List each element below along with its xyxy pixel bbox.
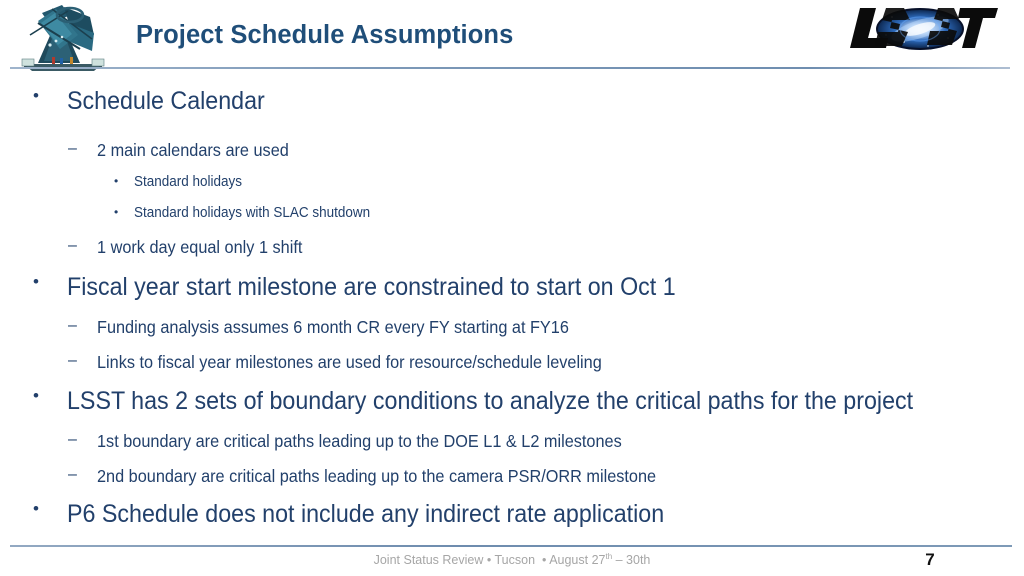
bullet-text: Standard holidays with SLAC shutdown xyxy=(134,205,371,221)
header-divider xyxy=(10,67,1010,69)
bullet-text: Schedule Calendar xyxy=(67,87,265,115)
bullet-text: Standard holidays xyxy=(134,174,242,190)
bullet-marker-icon: • xyxy=(33,272,39,291)
footer-date-prefix: August 27 xyxy=(549,553,606,568)
footer-location: Tucson xyxy=(494,553,536,568)
dash-marker-icon: – xyxy=(68,466,77,483)
footer-divider xyxy=(10,545,1012,547)
bullet-level2: – Links to fiscal year milestones are us… xyxy=(68,352,640,373)
page-title: Project Schedule Assumptions xyxy=(136,21,514,49)
bullet-text: Links to fiscal year milestones are used… xyxy=(97,352,602,372)
bullet-text: LSST has 2 sets of boundary conditions t… xyxy=(67,387,914,415)
bullet-marker-icon: • xyxy=(114,205,119,219)
bullet-level2: – Funding analysis assumes 6 month CR ev… xyxy=(68,317,604,338)
footer-date-suffix: – 30th xyxy=(612,553,651,568)
lsst-telescope-illustration-icon xyxy=(21,5,105,71)
footer-separator-2: • xyxy=(542,553,547,568)
slide-header: Project Schedule Assumptions xyxy=(0,0,1024,78)
footer-separator-1: • xyxy=(486,553,492,568)
dash-marker-icon: – xyxy=(68,431,77,448)
dash-marker-icon: – xyxy=(68,317,77,334)
dash-marker-icon: – xyxy=(68,140,77,157)
bullet-level3: • Standard holidays xyxy=(114,174,250,190)
bullet-level2: – 1 work day equal only 1 shift xyxy=(68,237,318,258)
footer-caption: Joint Status Review • Tucson • August 27… xyxy=(0,552,1024,567)
bullet-level2: – 2 main calendars are used xyxy=(68,140,303,161)
bullet-level3: • Standard holidays with SLAC shutdown xyxy=(114,205,388,221)
bullet-text: P6 Schedule does not include any indirec… xyxy=(67,500,665,528)
footer-event: Joint Status Review xyxy=(373,553,484,568)
bullet-marker-icon: • xyxy=(33,499,39,518)
dash-marker-icon: – xyxy=(68,352,77,369)
bullet-text: Funding analysis assumes 6 month CR ever… xyxy=(97,317,569,337)
bullet-level1: • Fiscal year start milestone are constr… xyxy=(33,273,721,302)
bullet-text: 2nd boundary are critical paths leading … xyxy=(97,466,657,486)
bullet-level1: • LSST has 2 sets of boundary conditions… xyxy=(33,387,977,416)
bullet-level2: – 2nd boundary are critical paths leadin… xyxy=(68,466,698,487)
bullet-text: 2 main calendars are used xyxy=(97,140,289,160)
bullet-text: Fiscal year start milestone are constrai… xyxy=(67,273,676,301)
slide-body: • Schedule Calendar – 2 main calendars a… xyxy=(0,82,1024,537)
bullet-marker-icon: • xyxy=(33,86,39,105)
bullet-level1: • P6 Schedule does not include any indir… xyxy=(33,500,709,529)
bullet-marker-icon: • xyxy=(33,386,39,405)
bullet-text: 1st boundary are critical paths leading … xyxy=(97,431,622,451)
dash-marker-icon: – xyxy=(68,237,77,254)
page-number: 7 xyxy=(925,550,935,569)
lsst-galaxy-logo-icon xyxy=(850,8,998,50)
slide: Project Schedule Assumptions • Schedule … xyxy=(0,0,1024,576)
bullet-marker-icon: • xyxy=(114,174,119,188)
bullet-level1: • Schedule Calendar xyxy=(33,87,280,116)
bullet-text: 1 work day equal only 1 shift xyxy=(97,237,303,257)
bullet-level2: – 1st boundary are critical paths leadin… xyxy=(68,431,661,452)
